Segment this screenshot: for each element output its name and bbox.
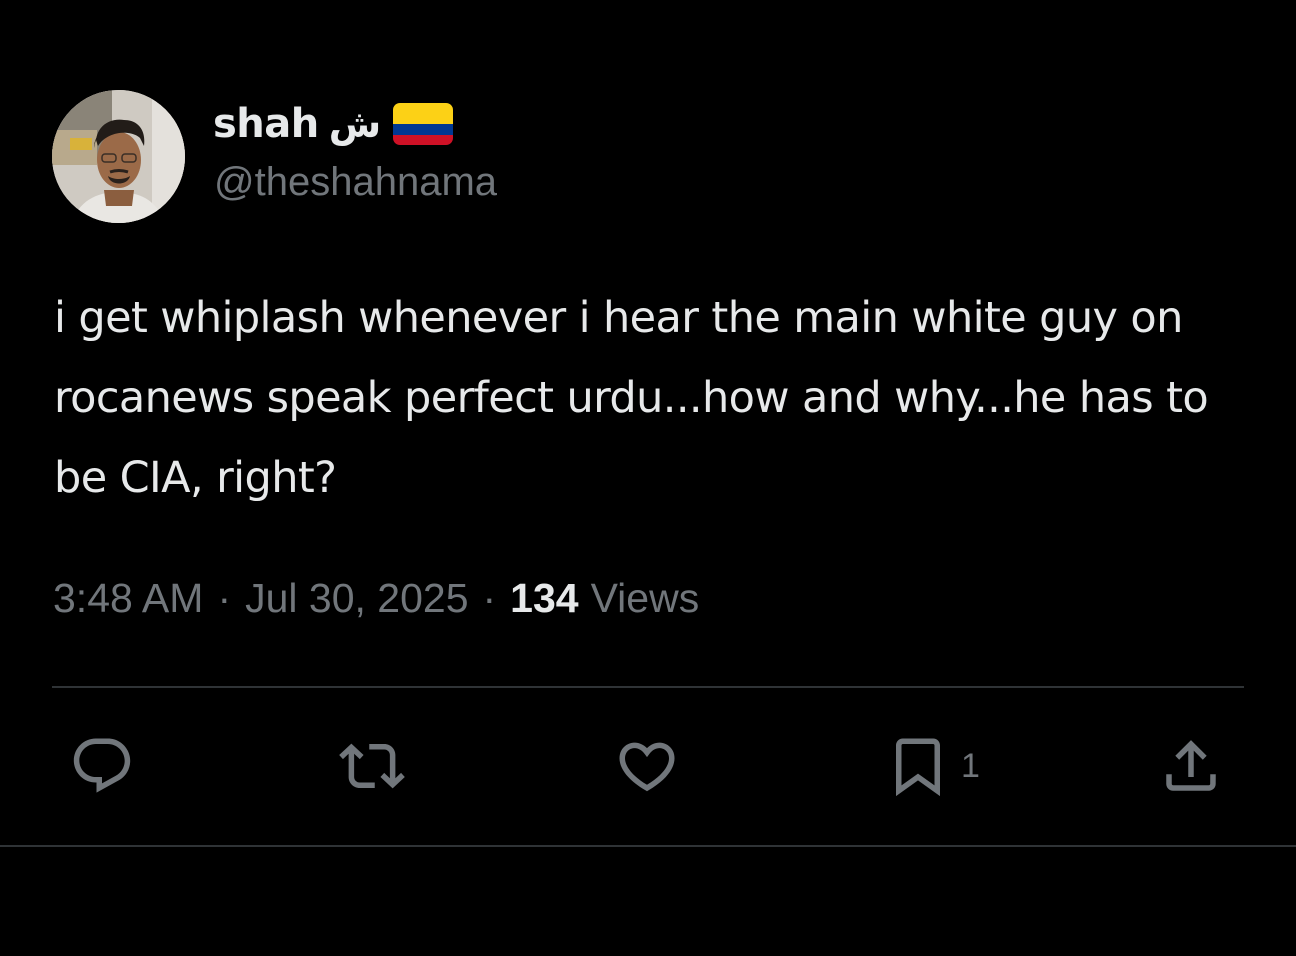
tweet-time[interactable]: 3:48 AM — [53, 575, 203, 622]
meta-separator: · — [482, 574, 497, 621]
tweet-date[interactable]: Jul 30, 2025 — [245, 575, 468, 622]
views-label: Views — [590, 574, 700, 621]
action-bar: 1 — [0, 730, 1296, 802]
flag-stripe-red — [393, 134, 454, 145]
reply-icon — [73, 738, 131, 793]
heart-icon — [619, 742, 675, 792]
meta-separator: · — [217, 574, 232, 621]
reply-button[interactable] — [69, 730, 135, 802]
bottom-divider — [0, 845, 1296, 847]
avatar[interactable] — [52, 90, 185, 223]
like-button[interactable] — [614, 730, 680, 802]
divider — [52, 686, 1244, 688]
author-display-name[interactable]: shah — [213, 101, 319, 147]
share-icon — [1166, 740, 1216, 791]
author-name-suffix: ش — [328, 102, 382, 146]
retweet-button[interactable] — [339, 730, 405, 802]
colombia-flag-icon — [393, 103, 454, 145]
flag-stripe-yellow — [393, 103, 454, 124]
share-button[interactable] — [1158, 730, 1224, 802]
flag-stripe-blue — [393, 124, 454, 135]
author-handle[interactable]: @theshahnama — [214, 160, 497, 205]
retweet-icon — [339, 743, 405, 789]
tweet-meta: 3:48 AM · Jul 30, 2025 · 134 Views — [53, 570, 699, 626]
views-count: 134 — [510, 574, 579, 621]
author-name-row: shah ش — [213, 96, 454, 152]
bookmark-button[interactable]: 1 — [885, 730, 980, 802]
bookmark-icon — [896, 738, 940, 797]
bookmark-count: 1 — [961, 746, 980, 785]
avatar-photo — [52, 90, 185, 223]
tweet-text: i get whiplash whenever i hear the main … — [54, 293, 1209, 503]
